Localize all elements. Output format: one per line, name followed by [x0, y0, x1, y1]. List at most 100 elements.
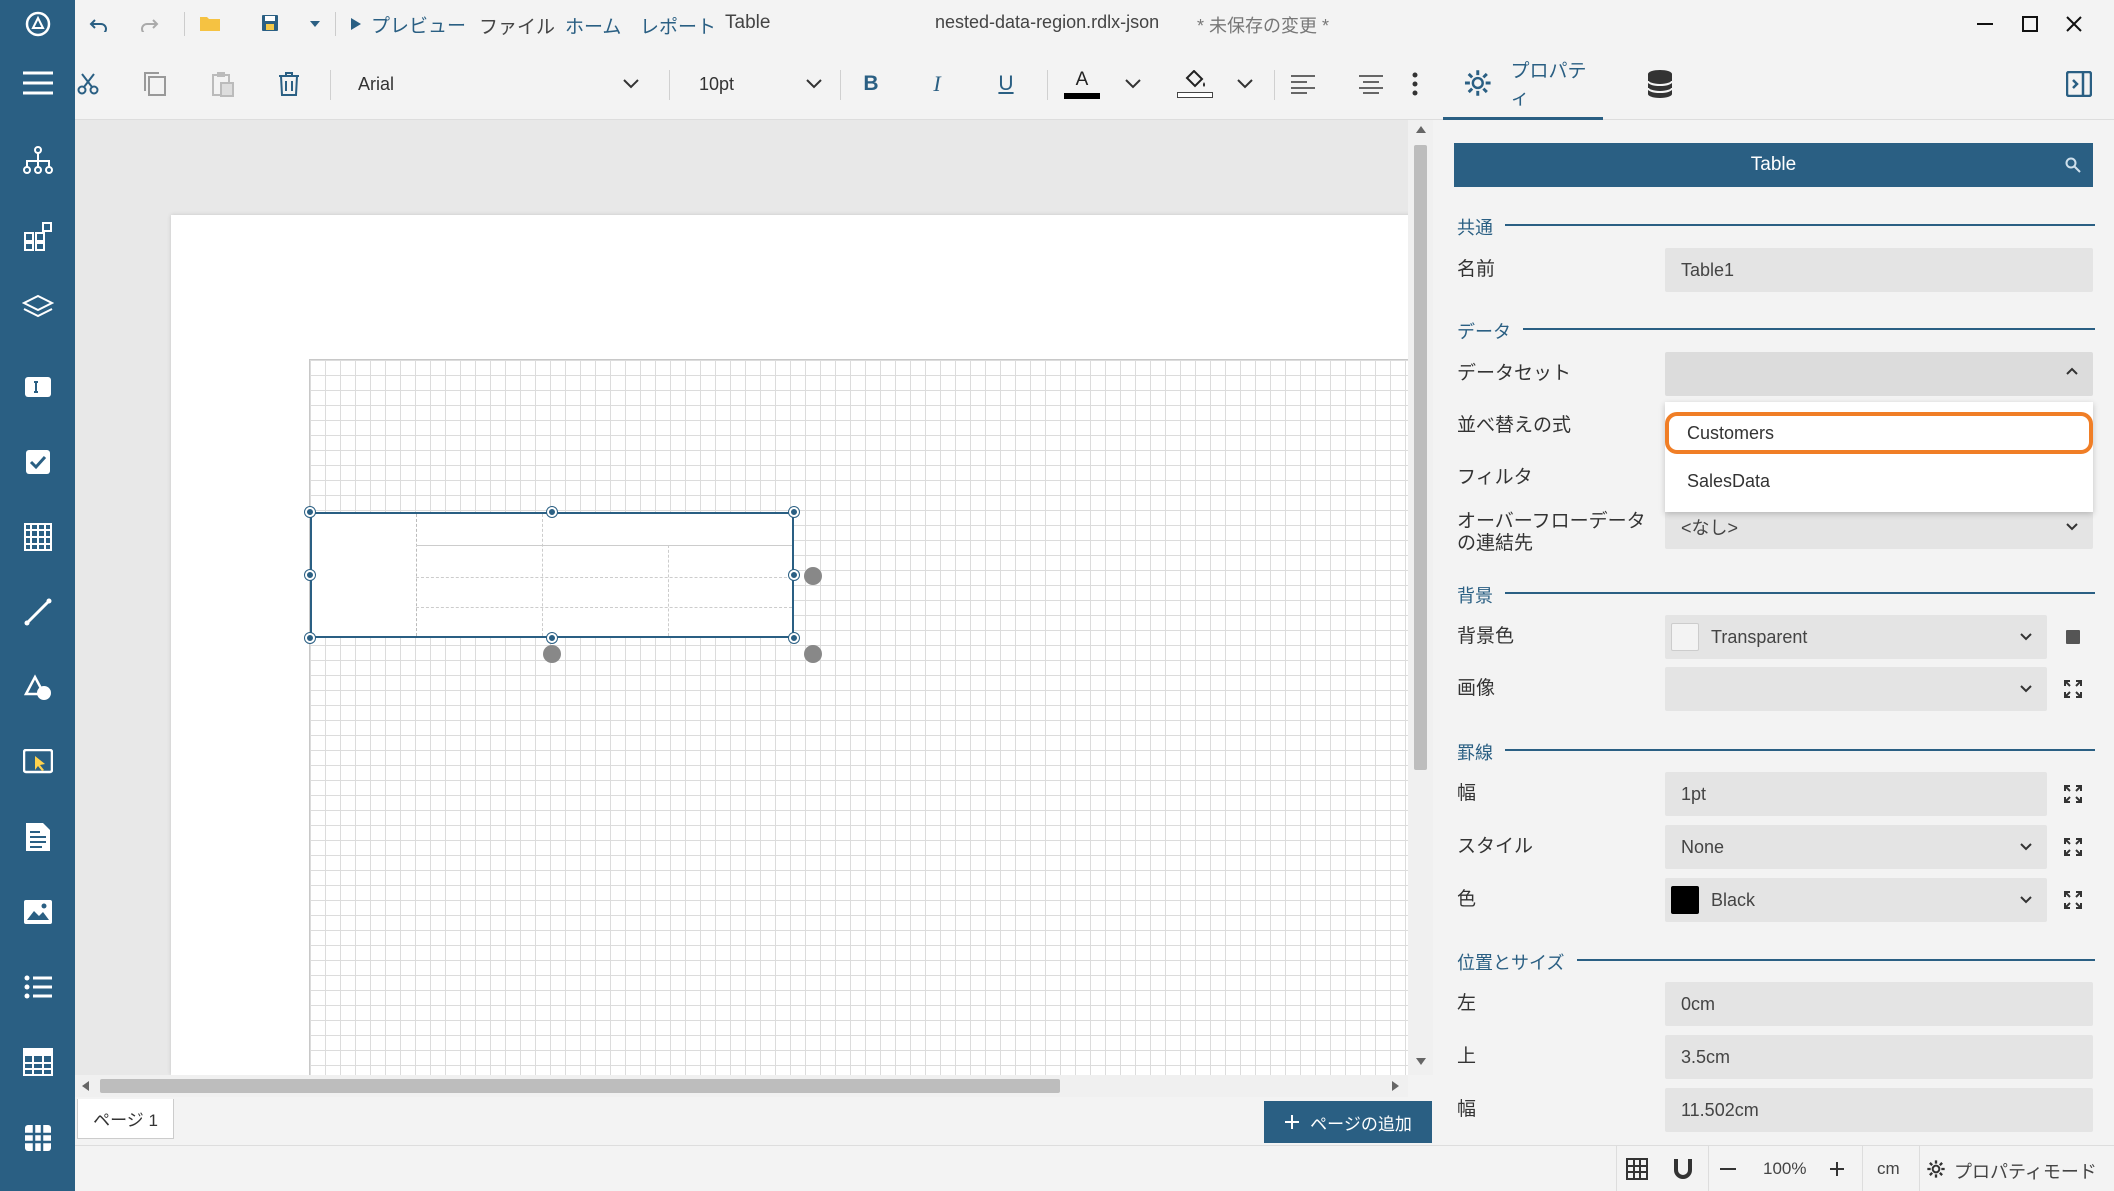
scroll-right-icon[interactable]	[1392, 1081, 1399, 1091]
design-surface[interactable]	[75, 120, 1433, 1075]
save-dropdown-icon[interactable]	[310, 21, 320, 27]
more-options-button[interactable]	[1395, 66, 1435, 102]
fill-color-button[interactable]	[1173, 66, 1217, 102]
resize-handle[interactable]	[305, 507, 315, 517]
background-color-expression-button[interactable]	[2055, 615, 2091, 659]
tab-data[interactable]	[1640, 66, 1680, 102]
sidebar-item-richtext[interactable]	[0, 807, 75, 867]
undo-icon[interactable]	[89, 16, 109, 32]
paste-button[interactable]	[205, 66, 241, 102]
resize-handle[interactable]	[789, 570, 799, 580]
dataset-option-salesdata[interactable]: SalesData	[1665, 460, 2093, 502]
page-tab[interactable]: ページ 1	[77, 1099, 174, 1139]
background-image-expand-button[interactable]	[2055, 667, 2091, 711]
add-row-adorner[interactable]	[543, 645, 561, 663]
close-icon[interactable]	[2066, 16, 2082, 32]
sidebar-item-table[interactable]	[0, 507, 75, 567]
toggle-panel-button[interactable]	[2059, 66, 2099, 102]
dataset-option-customers[interactable]: Customers	[1665, 412, 2093, 454]
resize-handle[interactable]	[305, 570, 315, 580]
component-selector[interactable]: Table	[1454, 143, 2093, 187]
menu-report[interactable]: レポート	[640, 12, 716, 39]
font-color-button[interactable]: A	[1060, 66, 1104, 102]
sidebar-item-shape[interactable]	[0, 657, 75, 717]
sidebar-item-checkbox[interactable]	[0, 432, 75, 492]
section-divider	[1505, 224, 2095, 226]
unit-selector[interactable]: cm	[1877, 1159, 1900, 1179]
minimize-icon[interactable]	[1977, 23, 1993, 25]
left-field[interactable]: 0cm	[1665, 982, 2093, 1026]
align-left-button[interactable]	[1285, 66, 1321, 102]
sidebar-item-line[interactable]	[0, 582, 75, 642]
fill-color-dropdown[interactable]	[1233, 66, 1257, 102]
add-column-adorner[interactable]	[804, 567, 822, 585]
underline-button[interactable]: U	[986, 66, 1026, 102]
resize-handle[interactable]	[789, 507, 799, 517]
search-icon[interactable]	[2065, 157, 2081, 173]
maximize-icon[interactable]	[2022, 16, 2038, 32]
hamburger-menu-button[interactable]	[0, 53, 75, 113]
table-control[interactable]	[310, 512, 794, 638]
horizontal-scrollbar[interactable]	[75, 1075, 1408, 1097]
menu-table[interactable]: Table	[725, 12, 770, 34]
font-color-dropdown[interactable]	[1121, 66, 1145, 102]
resize-handle[interactable]	[547, 507, 557, 517]
border-color-expand-button[interactable]	[2055, 878, 2091, 922]
resize-handle[interactable]	[789, 633, 799, 643]
add-page-button[interactable]: ページの追加	[1264, 1101, 1432, 1143]
dataset-select[interactable]	[1665, 352, 2093, 396]
sidebar-item-more-controls[interactable]	[0, 1108, 75, 1168]
snap-magnet-icon[interactable]	[1673, 1158, 1693, 1180]
align-center-button[interactable]	[1353, 66, 1389, 102]
font-size-select[interactable]: 10pt	[699, 66, 829, 102]
scroll-left-icon[interactable]	[82, 1081, 89, 1091]
resize-handle[interactable]	[305, 633, 315, 643]
name-field[interactable]: Table1	[1665, 248, 2093, 292]
menu-home[interactable]: ホーム	[565, 12, 621, 39]
report-page[interactable]	[171, 215, 1433, 1075]
shape-icon	[23, 674, 51, 700]
menu-file[interactable]: ファイル	[479, 12, 555, 39]
italic-button[interactable]: I	[917, 66, 957, 102]
border-style-select[interactable]: None	[1665, 825, 2047, 869]
vertical-scrollbar[interactable]	[1408, 120, 1433, 1075]
sidebar-item-groups[interactable]	[0, 206, 75, 266]
background-color-select[interactable]: Transparent	[1665, 615, 2047, 659]
table-corner-adorner[interactable]	[804, 645, 822, 663]
sidebar-item-report-explorer[interactable]	[0, 130, 75, 190]
copy-button[interactable]	[137, 66, 173, 102]
width-field[interactable]: 11.502cm	[1665, 1088, 2093, 1132]
property-mode-button[interactable]: プロパティモード	[1954, 1158, 2097, 1184]
sidebar-item-tablix[interactable]	[0, 1032, 75, 1092]
sidebar-item-list[interactable]	[0, 957, 75, 1017]
zoom-out-icon[interactable]	[1720, 1168, 1736, 1170]
border-color-select[interactable]: Black	[1665, 878, 2047, 922]
redo-icon[interactable]	[139, 16, 159, 32]
font-family-select[interactable]: Arial	[358, 66, 648, 102]
border-style-expand-button[interactable]	[2055, 825, 2091, 869]
scroll-up-icon[interactable]	[1416, 126, 1426, 133]
delete-button[interactable]	[271, 66, 307, 102]
sidebar-item-image[interactable]	[0, 882, 75, 942]
body-grid[interactable]	[309, 359, 1433, 1075]
sidebar-item-layers[interactable]	[0, 278, 75, 338]
resize-handle[interactable]	[547, 633, 557, 643]
sidebar-item-textbox[interactable]	[0, 357, 75, 417]
cut-button[interactable]	[70, 66, 106, 102]
background-image-select[interactable]	[1665, 667, 2047, 711]
zoom-in-icon[interactable]	[1829, 1161, 1845, 1177]
open-folder-icon[interactable]	[199, 14, 221, 32]
sort-expression-label: 並べ替えの式	[1457, 415, 1572, 436]
border-width-field[interactable]: 1pt	[1665, 772, 2047, 816]
horizontal-scroll-thumb[interactable]	[100, 1079, 1060, 1093]
top-field[interactable]: 3.5cm	[1665, 1035, 2093, 1079]
scroll-down-icon[interactable]	[1416, 1058, 1426, 1065]
preview-button[interactable]: プレビュー	[351, 0, 466, 48]
vertical-scroll-thumb[interactable]	[1414, 145, 1427, 770]
sidebar-item-input-field[interactable]	[0, 732, 75, 792]
border-width-expand-button[interactable]	[2055, 772, 2091, 816]
save-icon[interactable]	[261, 14, 279, 32]
grid-toggle-icon[interactable]	[1626, 1158, 1648, 1180]
tab-properties[interactable]: プロパティ	[1443, 48, 1603, 120]
bold-button[interactable]: B	[851, 66, 891, 102]
